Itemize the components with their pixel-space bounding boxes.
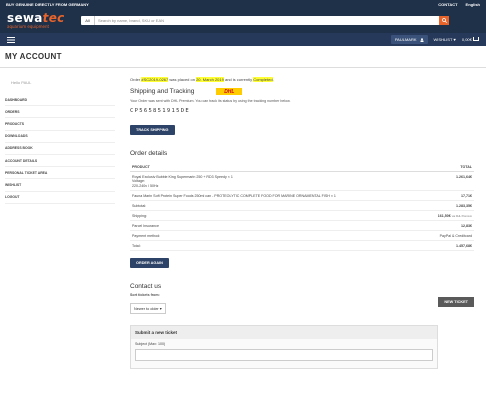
summary-row: Parcel Insurance 12,83€ <box>130 220 474 231</box>
summary-label: Shipping: <box>130 210 421 221</box>
summary-label: Total: <box>130 240 421 251</box>
shipping-title: Shipping and Tracking <box>130 88 195 95</box>
page-title: MY ACCOUNT <box>0 46 486 68</box>
tracking-number: CP565851915DE <box>130 108 190 114</box>
logo-brand-accent: tec <box>42 11 65 25</box>
order-details-title: Order details <box>130 150 168 157</box>
language-selector[interactable]: English <box>466 2 480 7</box>
notice-text: and is currently <box>223 77 254 82</box>
logo[interactable]: sewatec aquarium equipment <box>7 12 75 29</box>
subject-label: Subject (Max: 100) <box>135 342 166 346</box>
summary-value: PayPal & Creditcard <box>420 230 474 241</box>
logo-brand: sewa <box>7 11 43 25</box>
user-icon <box>419 37 424 42</box>
column-header: TOTAL <box>420 162 474 172</box>
submit-ticket-title: Submit a new ticket <box>131 326 437 339</box>
sidebar-user: Hello PAUL <box>11 80 32 85</box>
notice-text: Order <box>130 77 142 82</box>
summary-value: 1.457,68€ <box>420 240 474 251</box>
sidebar-item-products[interactable]: PRODUCTS <box>5 118 115 131</box>
order-number: #SC2019-0267 <box>141 77 169 82</box>
order-details-table: PRODUCT TOTAL Royal Exclusiv Bubble King… <box>130 162 474 251</box>
summary-note: via DHL Premium <box>451 214 472 218</box>
order-notice: Order #SC2019-0267 was placed on 20. Mar… <box>130 77 474 82</box>
contact-title: Contact us <box>130 283 162 290</box>
search-bar: All Search by name, brand, SKU or EAN <box>81 16 449 25</box>
product-cell: Royal Exclusiv Bubble King Supermarin 25… <box>130 171 421 191</box>
subject-input[interactable] <box>135 349 433 361</box>
sidebar-item-address-book[interactable]: ADDRESS BOOK <box>5 143 115 155</box>
search-category-select[interactable]: All <box>81 16 95 25</box>
shipping-note: Your Order was sent with DHL Premium. Yo… <box>130 99 291 103</box>
summary-label: Parcel Insurance <box>130 220 421 231</box>
wishlist-label: WISHLIST <box>433 37 453 42</box>
search-icon <box>441 18 447 23</box>
top-bar-text: BUY GENUINE DIRECTLY FROM GERMANY <box>6 1 89 7</box>
notice-text: was placed on <box>168 77 197 82</box>
heart-icon: ♥ <box>453 37 456 42</box>
cart-button[interactable]: 0,00€ <box>462 37 479 42</box>
cart-icon <box>473 37 479 41</box>
sidebar-item-downloads[interactable]: DOWNLOADS <box>5 131 115 143</box>
contact-link[interactable]: CONTACT <box>438 2 457 7</box>
sidebar-item-logout[interactable]: LOGOUT <box>5 192 115 204</box>
sidebar-item-dashboard[interactable]: DASHBOARD <box>5 94 115 107</box>
dhl-logo: DHL <box>216 88 243 95</box>
sort-select-value: Newer to older <box>134 307 159 311</box>
sidebar-item-account-details[interactable]: ACCOUNT DETAILS <box>5 155 115 168</box>
chevron-down-icon: ▾ <box>159 307 162 311</box>
user-account-button[interactable]: PAULMARK <box>390 35 428 44</box>
top-bar: BUY GENUINE DIRECTLY FROM GERMANY CONTAC… <box>0 0 486 8</box>
product-name[interactable]: Fauna Marin Soft Protein Super Foods 250… <box>130 190 421 201</box>
order-again-button[interactable]: ORDER AGAIN <box>130 258 169 268</box>
summary-label: Payment method: <box>130 230 421 241</box>
summary-value: 12,83€ <box>420 220 474 231</box>
table-row: Royal Exclusiv Bubble King Supermarin 25… <box>130 171 474 191</box>
sidebar-item-ticket-area[interactable]: PERSONAL TICKET AREA <box>5 167 115 180</box>
table-row: Fauna Marin Soft Protein Super Foods 250… <box>130 190 474 201</box>
logo-tagline: aquarium equipment <box>7 24 50 29</box>
summary-row: Payment method: PayPal & Creditcard <box>130 230 474 241</box>
summary-value: 161,50€ <box>437 213 451 218</box>
order-status: Completed <box>253 77 273 82</box>
summary-label: Subtotal: <box>130 200 421 211</box>
notice-text: . <box>272 77 274 82</box>
header: sewatec aquarium equipment All Search by… <box>0 8 486 33</box>
sort-label: Sort tickets from: <box>130 293 160 297</box>
user-name: PAULMARK <box>394 37 417 42</box>
new-ticket-button[interactable]: NEW TICKET <box>438 297 474 307</box>
product-meta: 220-240v / 50Hz <box>132 183 159 188</box>
sidebar-item-wishlist[interactable]: WISHLIST <box>5 179 115 192</box>
carrier-name: DHL <box>224 88 235 95</box>
summary-row: Subtotal: 1.283,35€ <box>130 200 474 211</box>
wishlist-link[interactable]: WISHLIST ♥ <box>434 37 456 42</box>
order-date: 20. March 2019 <box>196 77 224 82</box>
submit-ticket-form: Submit a new ticket Subject (Max: 100) <box>130 325 438 369</box>
account-sidebar: Hello PAUL DASHBOARD ORDERS PRODUCTS DOW… <box>0 68 120 369</box>
search-button[interactable] <box>439 16 449 25</box>
menu-icon[interactable] <box>7 36 15 43</box>
summary-row: Shipping: 161,50€ via DHL Premium <box>130 210 474 221</box>
nav-bar: PAULMARK WISHLIST ♥ 0,00€ <box>0 33 486 46</box>
product-total: 17,71€ <box>420 190 474 201</box>
product-meta: Voltage: <box>132 178 145 183</box>
sidebar-item-orders[interactable]: ORDERS <box>5 106 115 119</box>
sort-select[interactable]: Newer to older ▾ <box>130 303 166 314</box>
main-content: Order #SC2019-0267 was placed on 20. Mar… <box>120 68 486 369</box>
summary-row: Total: 1.457,68€ <box>130 240 474 251</box>
product-total: 1.261,64€ <box>420 171 474 191</box>
summary-value: 1.283,35€ <box>420 200 474 211</box>
track-shipping-button[interactable]: TRACK SHIPPING <box>130 125 175 135</box>
column-header: PRODUCT <box>130 162 421 172</box>
search-input[interactable]: Search by name, brand, SKU or EAN <box>95 18 439 23</box>
cart-total: 0,00€ <box>461 37 472 42</box>
